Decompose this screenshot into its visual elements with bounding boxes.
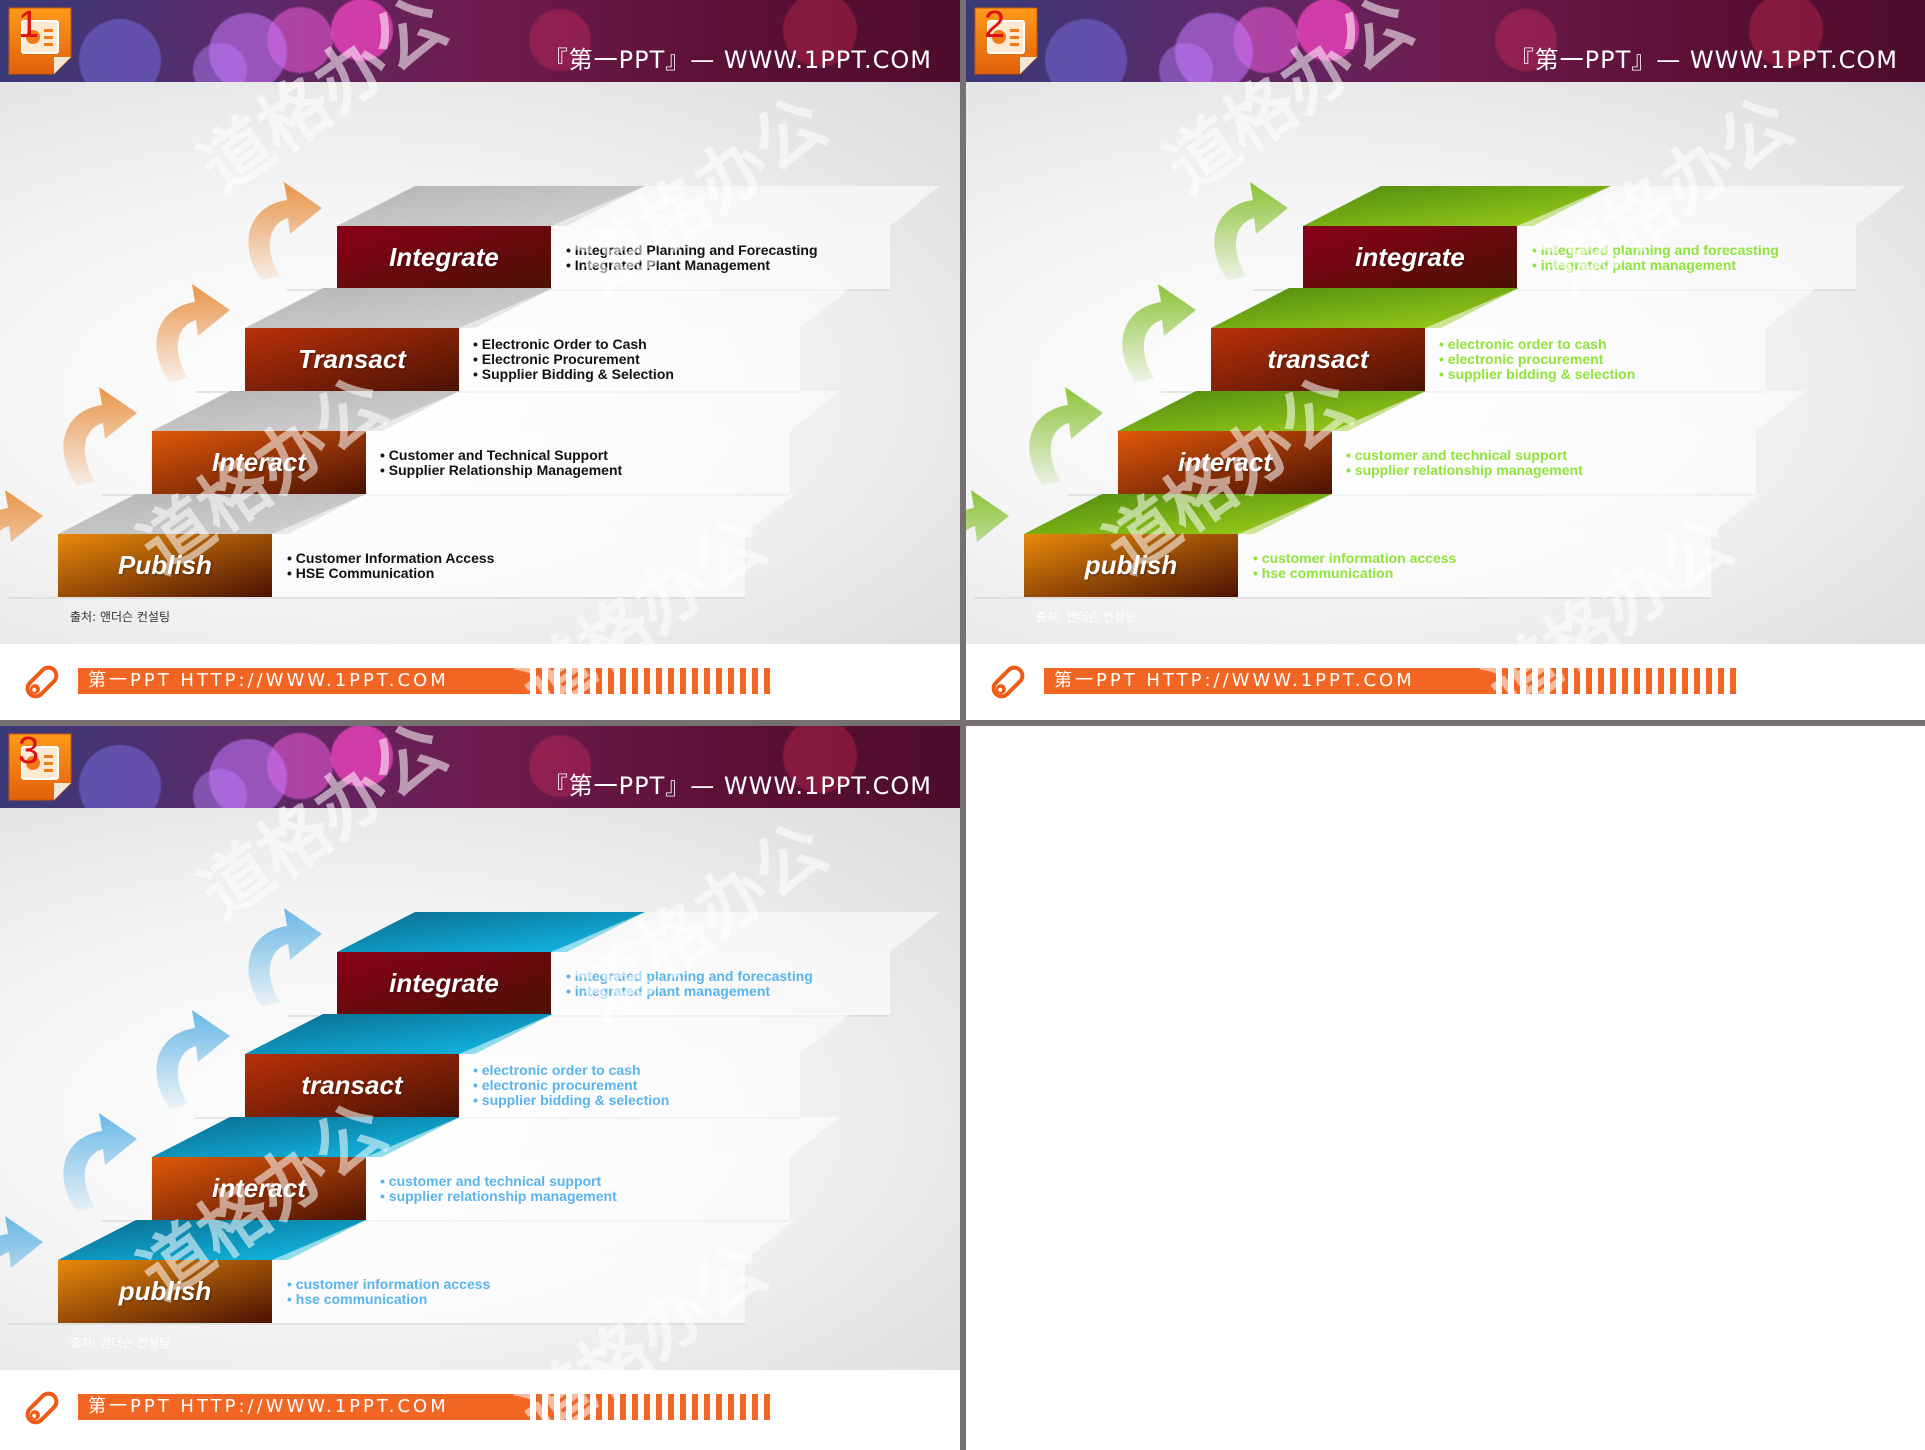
- step-description: electronic order to cashelectronic procu…: [473, 1063, 669, 1108]
- step-description: Customer Information AccessHSE Communica…: [287, 550, 495, 581]
- step-bullet: customer information access: [287, 1276, 491, 1292]
- pen-icon: [25, 1391, 59, 1425]
- slide-thumbnail-3[interactable]: 『第一PPT』— WWW.1PPT.COM 3 integrate • inte…: [0, 726, 960, 1446]
- step-label-interact: interact: [212, 1173, 306, 1203]
- step-label-transact: transact: [301, 1070, 403, 1100]
- slide-footer: 第一PPT HTTP://WWW.1PPT.COM: [0, 1370, 960, 1446]
- step-label-interact: Interact: [212, 447, 306, 477]
- step-bullet: supplier relationship management: [1346, 462, 1583, 478]
- curved-arrow-icon: [248, 908, 322, 1007]
- step-description: customer information accesshse communica…: [287, 1276, 491, 1307]
- curved-arrow-icon: [1029, 387, 1103, 486]
- step-label-transact: transact: [1267, 344, 1369, 374]
- curved-arrow-icon: [0, 490, 43, 585]
- curved-arrow-icon: [1122, 284, 1196, 383]
- step-bullet: supplier bidding & selection: [1439, 367, 1635, 382]
- step-label-publish: publish: [118, 1276, 212, 1306]
- step-label-publish: Publish: [118, 550, 212, 580]
- step-description: Integrated Planning and ForecastingInteg…: [566, 242, 818, 273]
- step-bullet: Customer and Technical Support: [380, 447, 622, 463]
- step-description: customer and technical supportsupplier r…: [380, 1173, 617, 1204]
- step-bullet: hse communication: [1253, 565, 1456, 581]
- source-note: 출처: 앤더슨 컨설팅: [70, 610, 170, 624]
- source-note: 출처: 앤더슨 컨설팅: [1036, 610, 1136, 624]
- slide-footer: 第一PPT HTTP://WWW.1PPT.COM: [0, 644, 960, 720]
- step-bullet: electronic procurement: [473, 1078, 669, 1093]
- curved-arrow-icon: [1214, 182, 1288, 281]
- step-description: customer and technical supportsupplier r…: [1346, 447, 1583, 478]
- step-label-interact: interact: [1178, 447, 1272, 477]
- footer-stripes: [1502, 668, 1736, 694]
- footer-url-bar: 第一PPT HTTP://WWW.1PPT.COM: [78, 668, 530, 694]
- curved-arrow-icon: [63, 387, 137, 486]
- step-bullet: integrated plant management: [1532, 257, 1779, 273]
- step-bullet: hse communication: [287, 1291, 490, 1307]
- footer-url-bar: 第一PPT HTTP://WWW.1PPT.COM: [78, 1394, 530, 1420]
- step-label-integrate: integrate: [389, 968, 499, 998]
- step-bullet: electronic order to cash: [473, 1063, 669, 1078]
- step-bullet: HSE Communication: [287, 565, 494, 581]
- pen-icon: [991, 665, 1025, 699]
- step-description: Customer and Technical SupportSupplier R…: [380, 447, 622, 478]
- step-label-integrate: integrate: [1355, 242, 1465, 272]
- curved-arrow-icon: [156, 1010, 230, 1109]
- step-bullet: Supplier Bidding & Selection: [473, 367, 674, 382]
- step-label-publish: publish: [1084, 550, 1178, 580]
- step-description: integrated planning and forecastinginteg…: [1532, 242, 1779, 273]
- curved-arrow-icon: [156, 284, 230, 383]
- step-description: electronic order to cashelectronic procu…: [1439, 337, 1635, 382]
- step-bullet: Supplier Relationship Management: [380, 462, 622, 478]
- step-label-integrate: Integrate: [389, 242, 499, 272]
- curved-arrow-icon: [63, 1113, 137, 1212]
- step-bullet: electronic procurement: [1439, 352, 1635, 367]
- step-bullet: supplier bidding & selection: [473, 1093, 669, 1108]
- step-bullet: electronic order to cash: [1439, 337, 1635, 352]
- step-bullet: supplier relationship management: [380, 1188, 617, 1204]
- empty-pane: [966, 726, 1925, 1450]
- slide-footer: 第一PPT HTTP://WWW.1PPT.COM: [966, 644, 1925, 720]
- step-bullet: integrated plant management: [566, 983, 813, 999]
- pen-icon: [25, 665, 59, 699]
- step-bullet: customer and technical support: [380, 1173, 617, 1189]
- footer-url-bar: 第一PPT HTTP://WWW.1PPT.COM: [1044, 668, 1496, 694]
- step-bullet: integrated planning and forecasting: [1532, 242, 1779, 258]
- footer-stripes: [536, 668, 770, 694]
- source-note: 출처: 앤더슨 컨설팅: [70, 1336, 170, 1350]
- curved-arrow-icon: [0, 1216, 43, 1311]
- step-description: Electronic Order to CashElectronic Procu…: [473, 337, 674, 382]
- step-bullet: customer information access: [1253, 550, 1457, 566]
- slide-thumbnail-1[interactable]: 『第一PPT』— WWW.1PPT.COM 1 Integrate • Inte…: [0, 0, 960, 720]
- step-bullet: integrated planning and forecasting: [566, 968, 813, 984]
- step-bullet: Integrated Plant Management: [566, 257, 818, 273]
- step-bullet: Electronic Order to Cash: [473, 337, 674, 352]
- curved-arrow-icon: [966, 490, 1009, 585]
- step-description: customer information accesshse communica…: [1253, 550, 1457, 581]
- curved-arrow-icon: [248, 182, 322, 281]
- step-bullet: Customer Information Access: [287, 550, 495, 566]
- step-bullet: Integrated Planning and Forecasting: [566, 242, 818, 258]
- slide-thumbnail-2[interactable]: 『第一PPT』— WWW.1PPT.COM 2 integrate • inte…: [966, 0, 1925, 720]
- step-label-transact: Transact: [298, 344, 406, 374]
- step-bullet: Electronic Procurement: [473, 352, 674, 367]
- footer-stripes: [536, 1394, 770, 1420]
- step-bullet: customer and technical support: [1346, 447, 1583, 463]
- step-description: integrated planning and forecastinginteg…: [566, 968, 813, 999]
